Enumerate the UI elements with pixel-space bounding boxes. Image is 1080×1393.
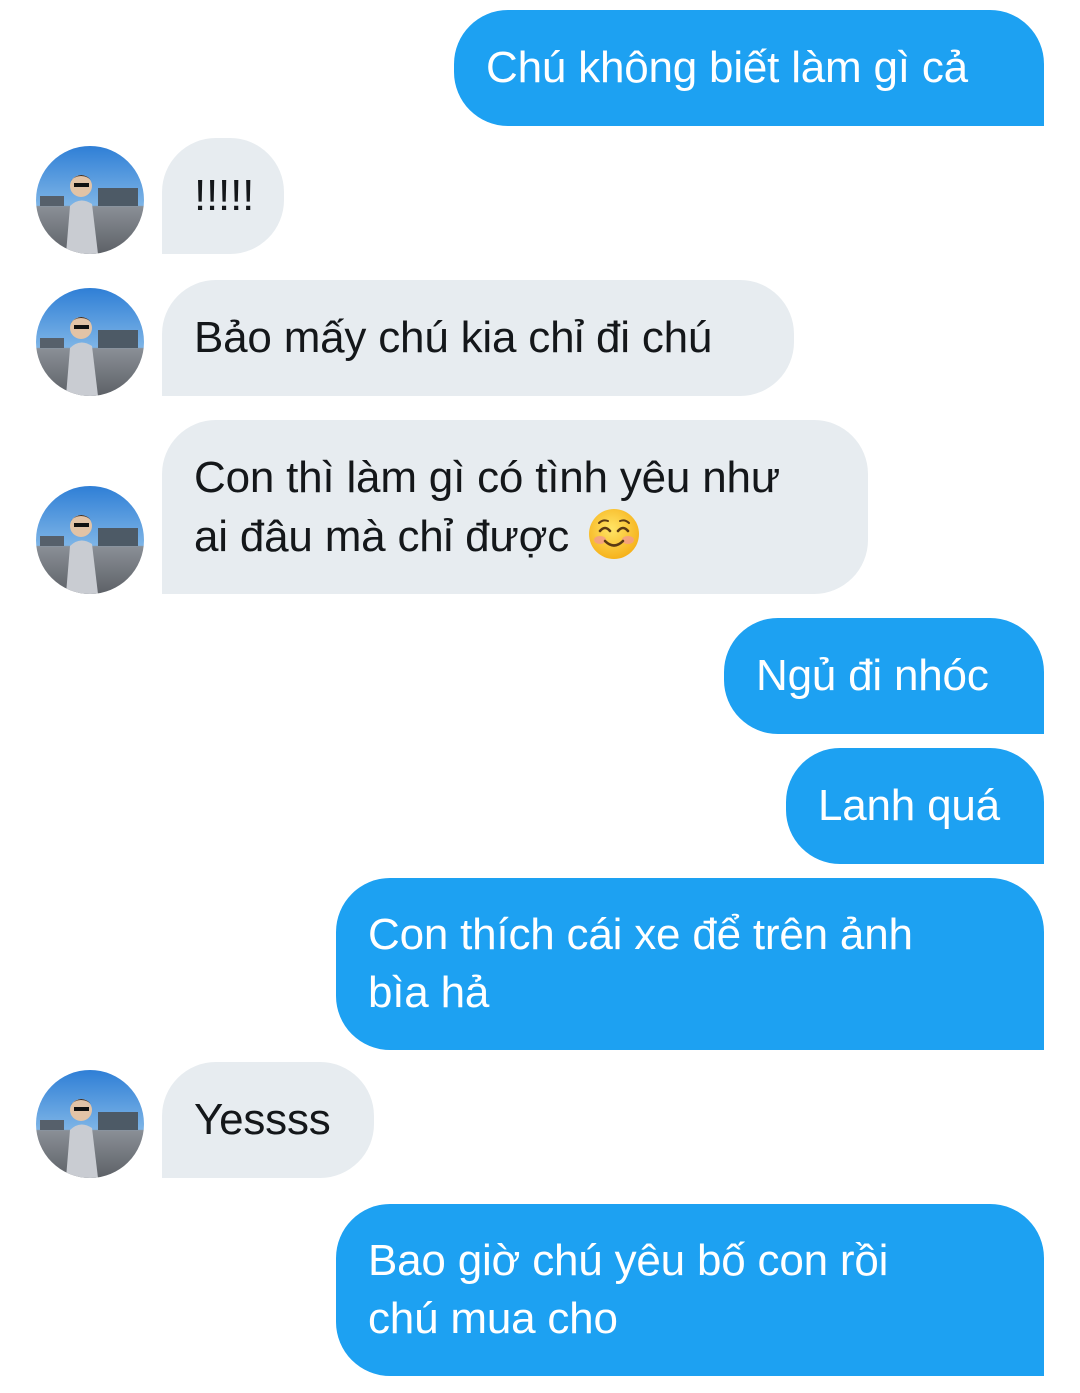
message-text-line: Bao giờ chú yêu bố con rồi — [368, 1236, 889, 1285]
message-text: Ngủ đi nhóc — [756, 651, 989, 700]
contact-avatar[interactable] — [36, 1070, 144, 1178]
message-text: !!!!! — [194, 171, 255, 220]
message-thread: Chú không biết làm gì cả !!!!! Bảo mấy c… — [0, 0, 1080, 1393]
smiling-face-with-smiling-eyes-icon — [587, 507, 641, 561]
message-text-line: ai đâu mà chỉ được — [194, 511, 570, 561]
message-text: Bảo mấy chú kia chỉ đi chú — [194, 313, 713, 362]
message-bubble-incoming[interactable]: Con thì làm gì có tình yêu như ai đâu mà… — [162, 420, 868, 594]
contact-avatar[interactable] — [36, 146, 144, 254]
message-bubble-outgoing[interactable]: Bao giờ chú yêu bố con rồi chú mua cho — [336, 1204, 1044, 1376]
message-text: Lanh quá — [818, 781, 1000, 830]
message-text-line: Con thì làm gì có tình yêu như — [194, 452, 781, 502]
contact-avatar[interactable] — [36, 288, 144, 396]
message-bubble-outgoing[interactable]: Chú không biết làm gì cả — [454, 10, 1044, 126]
message-bubble-incoming[interactable]: Yessss — [162, 1062, 374, 1178]
message-bubble-incoming[interactable]: Bảo mấy chú kia chỉ đi chú — [162, 280, 794, 396]
message-text: Chú không biết làm gì cả — [486, 43, 968, 92]
message-bubble-outgoing[interactable]: Con thích cái xe để trên ảnh bìa hả — [336, 878, 1044, 1050]
message-bubble-incoming[interactable]: !!!!! — [162, 138, 284, 254]
message-text-line: bìa hả — [368, 968, 490, 1017]
message-text-line: Con thích cái xe để trên ảnh — [368, 910, 913, 959]
message-text-line: chú mua cho — [368, 1294, 618, 1343]
message-bubble-outgoing[interactable]: Ngủ đi nhóc — [724, 618, 1044, 734]
contact-avatar[interactable] — [36, 486, 144, 594]
message-bubble-outgoing[interactable]: Lanh quá — [786, 748, 1044, 864]
message-text: Yessss — [194, 1095, 331, 1144]
